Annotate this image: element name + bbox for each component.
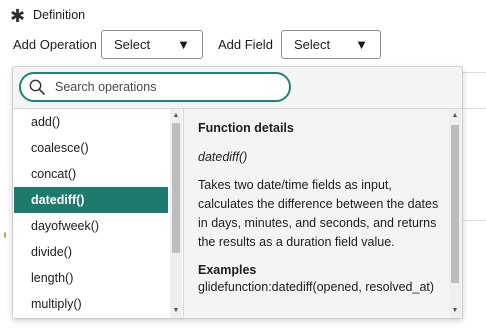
add-field-label: Add Field	[218, 37, 273, 52]
add-operation-select[interactable]: Select ▼	[101, 30, 203, 59]
operation-item-datediff[interactable]: datediff()	[14, 187, 168, 213]
operation-item-add[interactable]: add()	[14, 109, 168, 135]
operation-list-scroll-thumb[interactable]	[172, 123, 180, 253]
function-details-heading: Function details	[198, 121, 294, 135]
operation-item-dayofweek[interactable]: dayofweek()	[14, 213, 168, 239]
background-fragment	[4, 232, 10, 238]
operation-item-concat[interactable]: concat()	[14, 161, 168, 187]
function-description: Takes two date/time fields as input, cal…	[198, 178, 439, 249]
operation-list[interactable]: add() coalesce() concat() datediff() day…	[13, 109, 184, 318]
examples-heading: Examples	[198, 263, 257, 277]
operation-item-coalesce[interactable]: coalesce()	[14, 135, 168, 161]
scroll-up-icon[interactable]: ▲	[170, 112, 182, 120]
scroll-down-icon[interactable]: ▼	[449, 307, 461, 315]
search-icon	[29, 79, 45, 95]
function-name: datediff()	[198, 150, 248, 164]
chevron-down-icon: ▼	[355, 37, 368, 52]
search-input[interactable]	[53, 79, 267, 95]
add-field-select[interactable]: Select ▼	[281, 30, 381, 59]
add-operation-label: Add Operation	[13, 37, 97, 52]
search-field[interactable]	[19, 72, 291, 102]
scroll-up-icon[interactable]: ▲	[449, 112, 461, 120]
definition-title: Definition	[33, 8, 86, 22]
background-divider	[463, 72, 486, 73]
example-code: glidefunction:datediff(opened, resolved_…	[198, 280, 435, 294]
add-operation-select-value: Select	[114, 37, 151, 52]
operations-popup: add() coalesce() concat() datediff() day…	[12, 66, 463, 319]
details-scroll-thumb[interactable]	[451, 125, 459, 283]
operation-item-multiply[interactable]: multiply()	[14, 291, 168, 317]
background-divider	[463, 108, 486, 109]
asterisk-icon: ✱	[10, 6, 26, 26]
add-field-select-value: Select	[294, 37, 331, 52]
definition-header: ✱ Definition	[10, 5, 85, 25]
scroll-down-icon[interactable]: ▼	[170, 307, 182, 315]
chevron-down-icon: ▼	[177, 37, 190, 52]
operation-item-length[interactable]: length()	[14, 265, 168, 291]
operation-item-divide[interactable]: divide()	[14, 239, 168, 265]
background-divider	[463, 220, 486, 221]
